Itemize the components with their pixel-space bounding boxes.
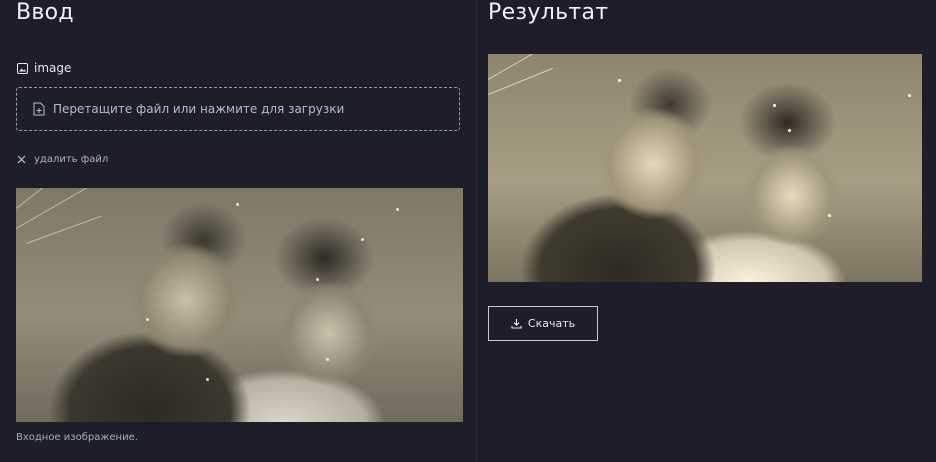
image-icon [17,62,28,74]
download-button[interactable]: Скачать [488,306,598,341]
output-title: Результат [488,0,609,25]
remove-file-button[interactable]: удалить файл [17,154,108,165]
output-image [488,54,922,282]
download-label: Скачать [527,317,576,330]
dropzone-text: Перетащите файл или нажмите для загрузки [53,102,345,116]
input-title: Ввод [16,0,74,25]
remove-file-label: удалить файл [34,154,109,165]
file-dropzone[interactable]: Перетащите файл или нажмите для загрузки [16,87,460,131]
input-image [16,188,463,422]
input-caption: Входное изображение. [16,432,138,443]
close-icon [17,155,26,164]
file-plus-icon [33,102,45,116]
download-icon [511,318,522,329]
image-field-label: image [17,61,71,75]
image-field-label-text: image [34,61,72,75]
